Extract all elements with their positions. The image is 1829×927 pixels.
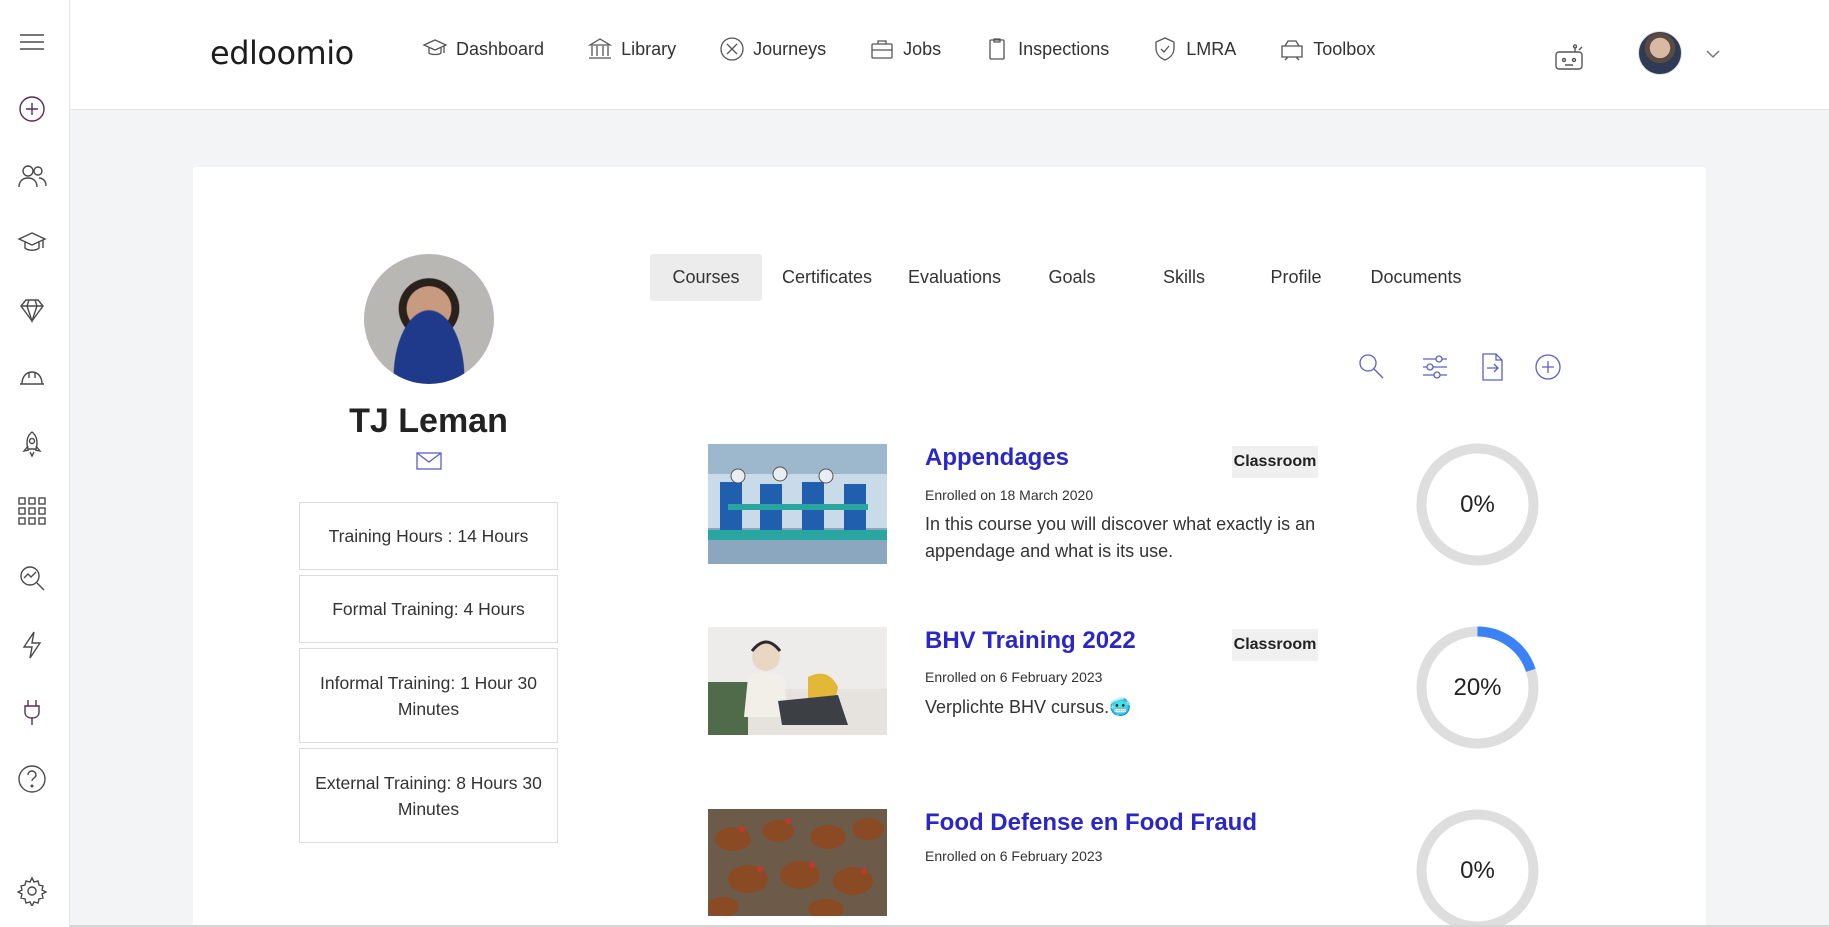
course-badge: Classroom	[1232, 629, 1318, 661]
tab-courses[interactable]: Courses	[650, 254, 762, 301]
library-building-icon	[587, 38, 613, 59]
mail-icon[interactable]	[416, 451, 442, 471]
graduation-cap-icon	[422, 39, 448, 56]
top-header: edloomio Dashboard Library Journeys Jobs…	[70, 0, 1829, 110]
diamond-icon[interactable]	[15, 293, 49, 327]
course-enrolled-date: Enrolled on 18 March 2020	[925, 487, 1094, 503]
nav-lmra-label: LMRA	[1186, 38, 1237, 59]
menu-hamburger-icon[interactable]	[15, 25, 49, 59]
rocket-icon[interactable]	[15, 427, 49, 461]
edloomio-logo[interactable]: edloomio	[210, 34, 354, 72]
course-title-appendages[interactable]: Appendages	[925, 444, 1069, 472]
stat-training-hours: Training Hours : 14 Hours	[299, 502, 558, 570]
nav-jobs[interactable]: Jobs	[869, 36, 941, 62]
user-avatar[interactable]	[1638, 31, 1682, 75]
course-enrolled-date: Enrolled on 6 February 2023	[925, 848, 1103, 864]
nav-journeys[interactable]: Journeys	[719, 36, 826, 62]
export-file-icon[interactable]	[1477, 352, 1507, 382]
course-thumbnail-food-defense[interactable]	[708, 809, 887, 916]
nav-lmra[interactable]: LMRA	[1152, 36, 1236, 62]
analytics-search-icon[interactable]	[15, 561, 49, 595]
briefcase-icon	[871, 40, 893, 59]
stat-external-training: External Training: 8 Hours 30 Minutes	[299, 748, 558, 843]
clipboard-icon	[989, 38, 1005, 60]
settings-gear-icon[interactable]	[15, 874, 49, 908]
apps-grid-icon[interactable]	[15, 494, 49, 528]
filter-sliders-icon[interactable]	[1420, 352, 1450, 382]
course-badge: Classroom	[1232, 446, 1318, 478]
course-description: In this course you will discover what ex…	[925, 514, 1316, 561]
profile-name: TJ Leman	[349, 402, 508, 440]
nav-journeys-label: Journeys	[753, 38, 827, 59]
lightning-icon[interactable]	[15, 628, 49, 662]
nav-dashboard[interactable]: Dashboard	[422, 36, 544, 62]
course-progress-label: 0%	[1460, 490, 1495, 518]
plug-icon[interactable]	[15, 695, 49, 729]
profile-tabs: Courses Certificates Evaluations Goals S…	[650, 254, 1481, 301]
nav-inspections-label: Inspections	[1018, 38, 1110, 59]
course-progress-ring: 20%	[1416, 626, 1539, 749]
users-icon[interactable]	[15, 159, 49, 193]
course-enrolled-date: Enrolled on 6 February 2023	[925, 669, 1103, 685]
help-icon[interactable]	[15, 762, 49, 796]
hard-hat-icon[interactable]	[15, 360, 49, 394]
graduation-cap-icon[interactable]	[15, 226, 49, 260]
add-circle-icon[interactable]	[15, 92, 49, 126]
main-navigation: Dashboard Library Journeys Jobs Inspecti…	[422, 36, 1418, 62]
course-progress-label: 0%	[1460, 856, 1495, 884]
tab-goals[interactable]: Goals	[1017, 254, 1127, 301]
profile-avatar	[364, 254, 494, 384]
tab-skills[interactable]: Skills	[1127, 254, 1241, 301]
stat-informal-training: Informal Training: 1 Hour 30 Minutes	[299, 648, 558, 743]
tab-evaluations[interactable]: Evaluations	[892, 254, 1017, 301]
chatbot-icon[interactable]	[1552, 40, 1586, 74]
toolbox-icon	[1281, 40, 1303, 61]
course-progress-ring: 0%	[1416, 809, 1539, 927]
chevron-down-icon[interactable]	[1706, 46, 1720, 59]
course-progress-label: 20%	[1453, 673, 1502, 701]
nav-inspections[interactable]: Inspections	[984, 36, 1109, 62]
course-progress-ring: 0%	[1416, 443, 1539, 566]
compass-icon	[720, 37, 744, 61]
course-description: Verplichte BHV cursus.🥶	[925, 697, 1132, 717]
shield-check-icon	[1155, 37, 1175, 61]
stat-formal-training: Formal Training: 4 Hours	[299, 575, 558, 643]
course-thumbnail-appendages[interactable]	[708, 444, 887, 564]
nav-library[interactable]: Library	[587, 36, 676, 62]
nav-library-label: Library	[621, 38, 677, 59]
search-icon[interactable]	[1357, 352, 1387, 382]
nav-toolbox[interactable]: Toolbox	[1279, 36, 1375, 62]
course-title-bhv-training[interactable]: BHV Training 2022	[925, 627, 1136, 655]
add-circle-icon[interactable]	[1533, 352, 1563, 382]
tab-profile[interactable]: Profile	[1241, 254, 1351, 301]
course-thumbnail-bhv-training[interactable]	[708, 627, 887, 735]
nav-toolbox-label: Toolbox	[1313, 38, 1376, 59]
left-sidebar	[0, 0, 70, 927]
tab-documents[interactable]: Documents	[1351, 254, 1481, 301]
nav-dashboard-label: Dashboard	[456, 38, 545, 59]
course-title-food-defense[interactable]: Food Defense en Food Fraud	[925, 809, 1257, 837]
nav-jobs-label: Jobs	[903, 38, 942, 59]
tab-certificates[interactable]: Certificates	[762, 254, 892, 301]
